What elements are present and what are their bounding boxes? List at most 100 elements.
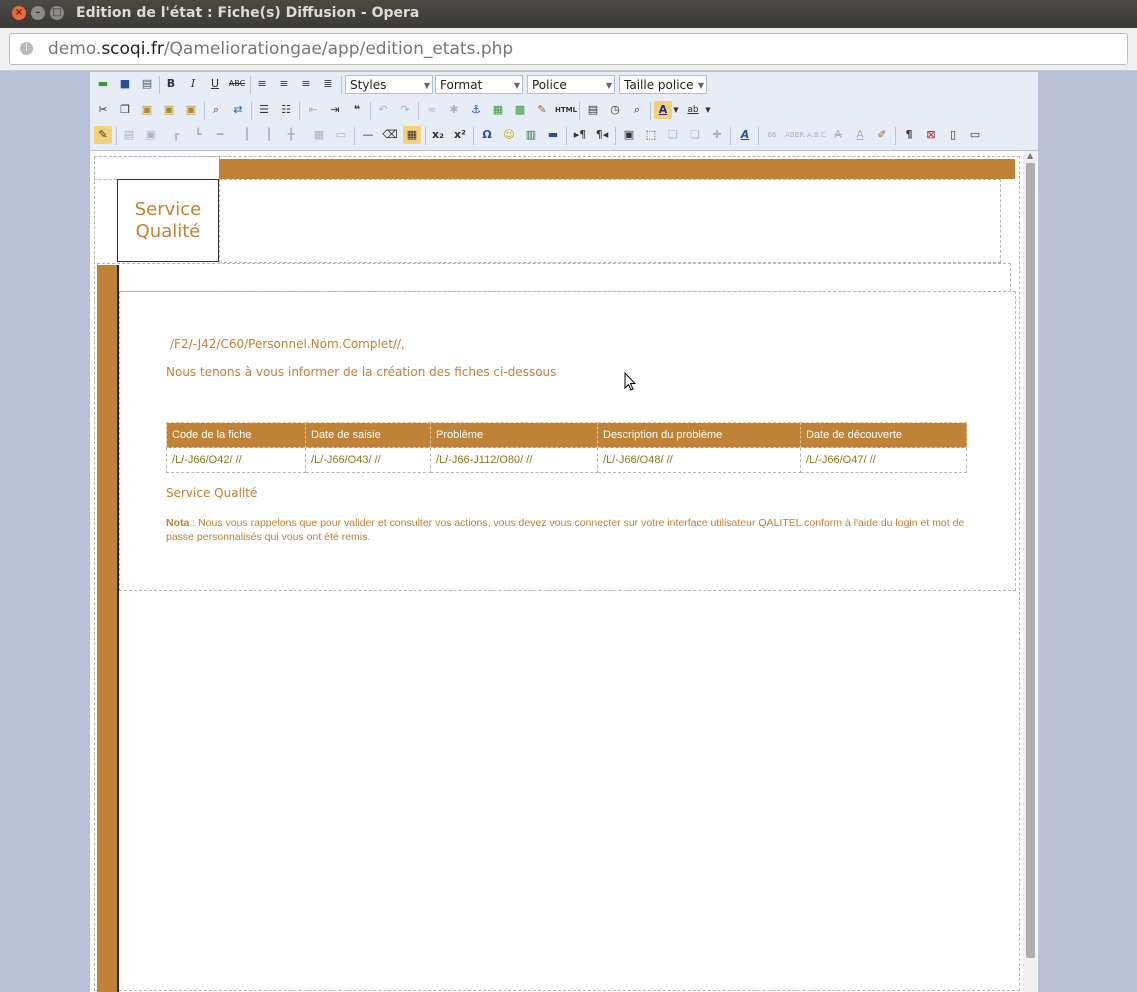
indent-icon[interactable]: ⇥ [326,101,344,119]
blockquote-icon[interactable]: ❝ [348,101,366,119]
split-cells-icon[interactable]: ▦ [310,126,328,144]
find-icon[interactable]: ⌕ [207,101,225,119]
insert-layer-icon[interactable]: ▣ [620,126,638,144]
nonbreaking-icon[interactable]: ⊠ [922,126,940,144]
ltr-icon[interactable]: ▸¶ [571,126,589,144]
chevron-down-icon: ▼ [513,81,520,90]
open-icon[interactable]: ▬ [94,75,112,93]
merge-cells-icon[interactable]: ▭ [332,126,350,144]
strikethrough-button[interactable]: ABC [228,75,246,93]
image-icon[interactable]: ▩ [511,101,529,119]
font-size-dropdown[interactable]: Taille police ▼ [619,75,707,94]
horizontal-line-icon[interactable]: ▬ [544,126,562,144]
cut-icon[interactable]: ✂ [94,101,112,119]
show-blocks-button[interactable]: ¶ [900,126,918,144]
align-left-icon[interactable]: ≡ [253,75,271,93]
delete-row-icon[interactable]: ━ [211,126,229,144]
html-source-button[interactable]: HTML [555,101,577,119]
anchor-icon[interactable]: ⚓ [467,101,485,119]
cleanup-icon[interactable]: ✎ [533,101,551,119]
align-justify-icon[interactable]: ≣ [319,75,337,93]
table-row-props-icon[interactable]: ▤ [120,126,138,144]
remove-format-icon[interactable]: ⌫ [381,126,399,144]
table-cell[interactable]: /L/-J66/O47/ // [800,447,967,473]
superscript-icon[interactable]: x² [451,126,469,144]
url-field[interactable]: i demo.scoqi.fr/Qameliorationgae/app/edi… [9,33,1128,65]
paste-icon[interactable]: ▣ [138,101,156,119]
format-dropdown[interactable]: Format ▼ [435,75,523,94]
emoticon-icon[interactable]: ☺ [500,126,518,144]
window-close-button[interactable]: × [12,6,26,20]
print-icon[interactable]: ▤ [138,75,156,93]
cite-icon[interactable]: 66 [763,126,781,144]
rtl-icon[interactable]: ¶◂ [593,126,611,144]
styles-dropdown[interactable]: Styles ▼ [345,75,433,94]
chevron-down-icon[interactable]: ▼ [672,101,680,119]
replace-icon[interactable]: ⇄ [229,101,247,119]
special-char-icon[interactable]: Ω [478,126,496,144]
delete-col-icon[interactable]: ╋ [282,126,300,144]
insert-date-icon[interactable]: ▤ [584,101,602,119]
col-before-icon[interactable]: ┃ [238,126,256,144]
table-header: Description du problème [597,422,801,448]
table-cell[interactable]: /L/-J66/O43/ // [305,447,431,473]
vertical-scrollbar[interactable]: ▲ [1023,151,1037,992]
url-text[interactable]: demo.scoqi.fr/Qameliorationgae/app/editi… [48,39,513,59]
window-maximize-button[interactable]: □ [50,6,64,20]
preview-icon[interactable]: ⌕ [628,101,646,119]
table-cell[interactable]: /L/-J66/O48/ // [597,447,801,473]
move-backward-icon[interactable]: ❏ [686,126,704,144]
paste-word-icon[interactable]: ▣ [182,101,200,119]
row-before-icon[interactable]: ┏ [167,126,185,144]
window-title: Edition de l'état : Fiche(s) Diffusion -… [76,5,420,21]
redo-icon[interactable]: ↷ [396,101,414,119]
italic-button[interactable]: I [184,75,202,93]
outdent-icon[interactable]: ⇤ [304,101,322,119]
table-cell[interactable]: /L/-J66-J112/O80/ // [430,447,598,473]
save-icon[interactable]: ■ [116,75,134,93]
abbr-icon[interactable]: ABBR [785,126,804,144]
font-dropdown[interactable]: Police ▼ [527,75,615,94]
move-forward-icon[interactable]: ❏ [664,126,682,144]
unlink-icon[interactable]: ✱ [445,101,463,119]
paste-text-icon[interactable]: ▣ [160,101,178,119]
align-center-icon[interactable]: ≡ [275,75,293,93]
undo-icon[interactable]: ↶ [374,101,392,119]
insert-time-icon[interactable]: ◷ [606,101,624,119]
site-info-icon[interactable]: i [20,42,33,55]
bullet-list-icon[interactable]: ☰ [255,101,273,119]
table-cell-props-icon[interactable]: ▣ [142,126,160,144]
subscript-icon[interactable]: x₂ [429,126,447,144]
separator-block-border [97,263,1011,292]
align-right-icon[interactable]: ≡ [297,75,315,93]
bold-button[interactable]: B [162,75,180,93]
table-icon[interactable]: ▦ [403,126,421,144]
page-break-icon[interactable]: ▯ [944,126,962,144]
attribs-icon[interactable]: ✐ [873,126,891,144]
window-minimize-button[interactable]: – [31,6,45,20]
del-icon[interactable]: A [829,126,847,144]
absolute-icon[interactable]: ⬚ [642,126,660,144]
scroll-up-icon[interactable]: ▲ [1027,151,1033,160]
fullscreen-icon[interactable]: ▭ [966,126,984,144]
ins-icon[interactable]: A [851,126,869,144]
numbered-list-icon[interactable]: ☷ [277,101,295,119]
visual-aid-icon[interactable]: ✚ [708,126,726,144]
chevron-down-icon[interactable]: ▼ [704,101,712,119]
link-icon[interactable]: ∞ [423,101,441,119]
highlight-color-icon[interactable]: ab [684,101,702,119]
styleprops-icon[interactable]: A [736,126,754,144]
scrollbar-thumb[interactable] [1026,163,1035,958]
horizontal-rule-icon[interactable]: — [359,126,377,144]
table-cell[interactable]: /L/-J66/O42/ // [166,447,306,473]
media-icon[interactable]: ▥ [522,126,540,144]
insert-image-icon[interactable]: ▦ [489,101,507,119]
copy-icon[interactable]: ❐ [116,101,134,119]
text-color-icon[interactable]: A [654,101,672,119]
edit-mode-icon[interactable]: ✎ [94,126,112,144]
underline-button[interactable]: U [206,75,224,93]
row-after-icon[interactable]: ┗ [189,126,207,144]
acronym-icon[interactable]: A.B.C [807,126,826,144]
document-canvas[interactable]: Service Qualité /F2/-J42/C60/Personnel.N… [90,151,1038,992]
col-after-icon[interactable]: ┃ [260,126,278,144]
